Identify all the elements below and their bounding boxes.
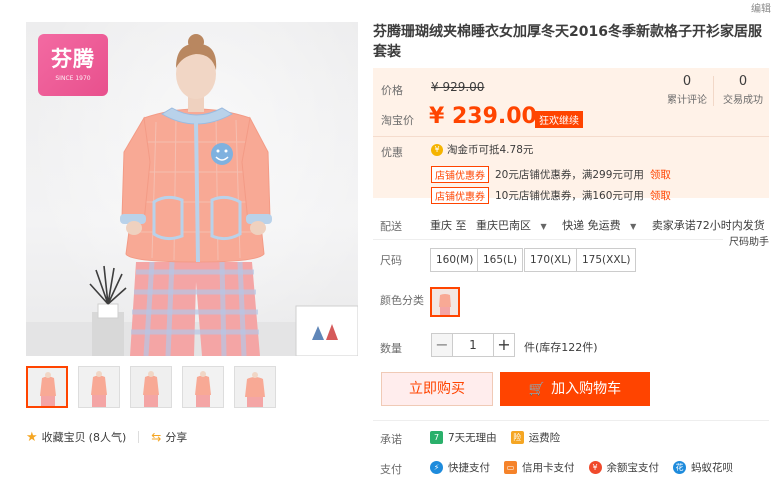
review-count-stat[interactable]: 0 累计评论: [659, 74, 715, 106]
divider: [713, 76, 714, 106]
huabei-item[interactable]: 花 蚂蚁花呗: [673, 460, 733, 475]
coupon-tag: 店铺优惠券: [431, 187, 489, 204]
size-helper-link[interactable]: 尺码助手: [729, 233, 769, 248]
ship-from: 重庆 至: [430, 219, 467, 232]
divider: [373, 136, 769, 137]
divider: [373, 239, 723, 240]
yuebao-icon: ¥: [588, 461, 602, 474]
size-option[interactable]: 175(XXL): [576, 248, 637, 272]
promo-badge: 狂欢继续: [535, 111, 583, 128]
quantity-increase-button[interactable]: +: [493, 333, 515, 357]
coupon-row: 店铺优惠券 10元店铺优惠券，满160元可用 领取: [431, 187, 671, 204]
coupon-text: 10元店铺优惠券，满160元可用: [495, 190, 644, 202]
coupon-row: 店铺优惠券 20元店铺优惠券，满299元可用 领取: [431, 166, 671, 183]
credit-card-icon: ▭: [504, 461, 517, 474]
shipping-insurance-text: 运费险: [528, 432, 561, 444]
size-option[interactable]: 165(L): [477, 248, 524, 272]
sales-count-label: 交易成功: [723, 95, 763, 106]
sales-count: 0: [738, 74, 748, 89]
main-product-image[interactable]: 芬腾 SINCE 1970: [26, 22, 358, 356]
original-price: ¥ 929.00: [431, 80, 485, 94]
edit-link[interactable]: 编辑: [751, 0, 771, 15]
ship-method-selector[interactable]: 快递 免运费 ▼: [562, 219, 642, 232]
quick-pay-item[interactable]: ⚡ 快捷支付: [430, 460, 490, 475]
review-count-label: 累计评论: [667, 95, 707, 106]
brand-logo-text: 芬腾: [51, 47, 95, 71]
quantity-label: 数量: [380, 342, 402, 355]
ship-to: 重庆巴南区: [476, 219, 531, 232]
claim-coupon-link[interactable]: 领取: [650, 167, 671, 182]
cart-icon: 🛒: [528, 382, 546, 397]
discount-label: 优惠: [381, 146, 403, 159]
price-label: 价格: [381, 84, 403, 97]
shipping-row: 重庆 至 重庆巴南区 ▼ 快递 免运费 ▼ 卖家承诺72小时内发货: [430, 217, 771, 233]
huabei-icon: 花: [673, 461, 686, 474]
taobao-coin-row: ¥ 淘金币可抵4.78元: [431, 142, 533, 157]
claim-coupon-link[interactable]: 领取: [650, 188, 671, 203]
price-panel: 价格 ¥ 929.00 0 累计评论 0 交易成功 淘宝价 ¥ 239.00 狂…: [373, 68, 771, 204]
color-label: 颜色分类: [380, 294, 424, 307]
divider: [138, 431, 140, 443]
shipping-label: 配送: [380, 220, 402, 233]
seven-day-return-item[interactable]: 7 7天无理由: [430, 430, 497, 445]
coin-text: 淘金币可抵4.78元: [447, 144, 534, 156]
size-option[interactable]: 160(M): [430, 248, 480, 272]
add-to-cart-label: 加入购物车: [551, 381, 622, 397]
chevron-down-icon: ▼: [540, 222, 547, 231]
payment-row: ⚡ 快捷支付 ▭ 信用卡支付 ¥ 余额宝支付 花 蚂蚁花呗: [430, 460, 747, 475]
add-to-cart-button[interactable]: 🛒 加入购物车: [500, 372, 650, 406]
coin-icon: ¥: [431, 143, 443, 156]
size-option[interactable]: 170(XL): [524, 248, 578, 272]
thumbnail[interactable]: [26, 366, 68, 408]
quantity-input[interactable]: 1: [453, 333, 493, 357]
ship-to-selector[interactable]: 重庆巴南区 ▼: [476, 219, 553, 232]
credit-card-item[interactable]: ▭ 信用卡支付: [504, 460, 575, 475]
payment-label: 支付: [380, 463, 402, 476]
product-title: 芬腾珊瑚绒夹棉睡衣女加厚冬天2016冬季新款格子开衫家居服套装: [373, 24, 762, 60]
ship-method: 快递 免运费: [562, 219, 621, 232]
huabei-text: 蚂蚁花呗: [691, 462, 733, 474]
favorite-share-bar: ★ 收藏宝贝 (8人气) ⇆ 分享: [26, 429, 187, 445]
chevron-down-icon: ▼: [630, 222, 637, 231]
promise-row: 7 7天无理由 险 运费险: [430, 430, 574, 445]
share-icon[interactable]: ⇆: [151, 430, 161, 444]
shipping-insurance-item[interactable]: 险 运费险: [510, 430, 561, 445]
brand-logo-subtitle: SINCE 1970: [55, 75, 91, 82]
buy-now-button[interactable]: 立即购买: [381, 372, 493, 406]
yuebao-item[interactable]: ¥ 余额宝支付: [588, 460, 660, 475]
thumbnail[interactable]: [182, 366, 224, 408]
ship-promise: 卖家承诺72小时内发货: [651, 219, 765, 232]
favorite-count: (8人气): [88, 431, 127, 444]
quantity-decrease-button[interactable]: −: [431, 333, 453, 357]
review-count: 0: [682, 74, 692, 89]
divider: [373, 420, 769, 421]
quick-pay-text: 快捷支付: [448, 462, 490, 474]
current-price: ¥ 239.00: [429, 104, 537, 129]
brand-logo: 芬腾 SINCE 1970: [38, 34, 108, 96]
share-link[interactable]: 分享: [165, 429, 187, 445]
color-option[interactable]: [430, 287, 460, 317]
stock-info: 件(库存122件): [524, 341, 598, 354]
favorite-link[interactable]: 收藏宝贝: [42, 429, 86, 445]
promise-label: 承诺: [380, 433, 402, 446]
quick-pay-icon: ⚡: [430, 461, 443, 474]
size-label: 尺码: [380, 254, 402, 267]
taobao-price-label: 淘宝价: [381, 114, 414, 127]
yuebao-text: 余额宝支付: [606, 462, 660, 474]
seven-days-return-icon: 7: [430, 431, 443, 444]
coupon-tag: 店铺优惠券: [431, 166, 489, 183]
star-icon[interactable]: ★: [26, 430, 38, 445]
sales-count-stat[interactable]: 0 交易成功: [715, 74, 771, 106]
seven-day-return-text: 7天无理由: [448, 432, 497, 444]
shipping-insurance-icon: 险: [510, 431, 524, 444]
coupon-text: 20元店铺优惠券，满299元可用: [495, 169, 644, 181]
thumbnail[interactable]: [130, 366, 172, 408]
thumbnail[interactable]: [234, 366, 276, 408]
thumbnail[interactable]: [78, 366, 120, 408]
credit-card-text: 信用卡支付: [522, 462, 575, 474]
